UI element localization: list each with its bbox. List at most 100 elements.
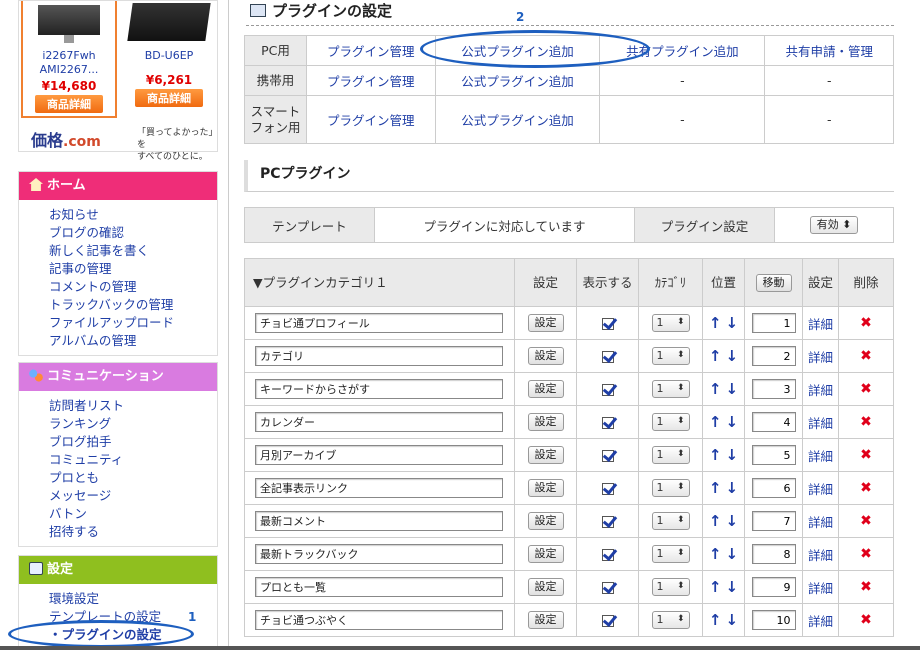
move-up-icon[interactable]: ↑ bbox=[709, 479, 722, 497]
sidebar-link[interactable]: 訪問者リスト bbox=[49, 398, 124, 413]
plugin-name-input[interactable] bbox=[255, 412, 503, 432]
position-input[interactable] bbox=[751, 346, 796, 366]
category-select[interactable]: 1 bbox=[651, 512, 690, 530]
sidebar-item[interactable]: 記事の管理 bbox=[49, 260, 217, 278]
position-input[interactable] bbox=[751, 610, 796, 630]
category-select[interactable]: 1 bbox=[651, 611, 690, 629]
move-down-icon[interactable]: ↓ bbox=[725, 413, 738, 431]
plugin-settings-button[interactable]: 設定 bbox=[527, 413, 564, 431]
plugin-settings-button[interactable]: 設定 bbox=[527, 545, 564, 563]
sidebar-item[interactable]: コミュニティ bbox=[49, 451, 217, 469]
move-up-icon[interactable]: ↑ bbox=[709, 413, 722, 431]
sidebar-item[interactable]: メッセージ bbox=[49, 487, 217, 505]
plugin-settings-button[interactable]: 設定 bbox=[527, 314, 564, 332]
plugin-menu-link[interactable]: プラグイン管理 bbox=[327, 74, 415, 89]
move-down-icon[interactable]: ↓ bbox=[725, 611, 738, 629]
category-select[interactable]: 1 bbox=[651, 347, 690, 365]
display-checkbox[interactable] bbox=[601, 351, 614, 363]
sidebar-link[interactable]: コミュニティ bbox=[49, 452, 123, 467]
category-select[interactable]: 1 bbox=[651, 446, 690, 464]
position-input[interactable] bbox=[751, 544, 796, 564]
sidebar-link[interactable]: メッセージ bbox=[49, 488, 111, 503]
sidebar-item[interactable]: バトン bbox=[49, 505, 217, 523]
display-checkbox[interactable] bbox=[601, 615, 614, 627]
sidebar-link[interactable]: ファイルアップロード bbox=[49, 315, 174, 330]
plugin-settings-button[interactable]: 設定 bbox=[527, 347, 564, 365]
detail-link[interactable]: 詳細 bbox=[808, 416, 833, 431]
move-down-icon[interactable]: ↓ bbox=[725, 380, 738, 398]
sidebar-link[interactable]: アルバムの管理 bbox=[49, 333, 136, 348]
move-down-icon[interactable]: ↓ bbox=[725, 479, 738, 497]
ad-product[interactable]: BD-U6EP ¥6,261 商品詳細 bbox=[121, 1, 217, 118]
position-input[interactable] bbox=[751, 511, 796, 531]
product-name[interactable]: BD-U6EP bbox=[121, 49, 217, 63]
plugin-menu-link[interactable]: プラグイン管理 bbox=[327, 44, 415, 59]
move-down-icon[interactable]: ↓ bbox=[725, 347, 738, 365]
plugin-name-input[interactable] bbox=[255, 610, 503, 630]
move-down-icon[interactable]: ↓ bbox=[725, 446, 738, 464]
detail-link[interactable]: 詳細 bbox=[808, 350, 833, 365]
plugin-settings-button[interactable]: 設定 bbox=[527, 446, 564, 464]
product-detail-button[interactable]: 商品詳細 bbox=[135, 89, 203, 107]
sidebar-link[interactable]: コメントの管理 bbox=[49, 279, 137, 294]
detail-link[interactable]: 詳細 bbox=[808, 482, 833, 497]
sidebar-item[interactable]: プロとも bbox=[49, 469, 217, 487]
sidebar-link[interactable]: プロとも bbox=[49, 470, 99, 485]
category-select[interactable]: 1 bbox=[651, 380, 690, 398]
display-checkbox[interactable] bbox=[601, 516, 614, 528]
sidebar-item[interactable]: トラックバックの管理 bbox=[49, 296, 217, 314]
category-header[interactable]: ▼プラグインカテゴリ１ bbox=[244, 258, 515, 307]
move-up-icon[interactable]: ↑ bbox=[709, 446, 722, 464]
product-detail-button[interactable]: 商品詳細 bbox=[35, 95, 103, 113]
detail-link[interactable]: 詳細 bbox=[808, 317, 833, 332]
sidebar-link[interactable]: トラックバックの管理 bbox=[49, 297, 173, 312]
move-down-icon[interactable]: ↓ bbox=[725, 314, 738, 332]
detail-link[interactable]: 詳細 bbox=[808, 515, 833, 530]
sidebar-home-header[interactable]: ホーム bbox=[19, 172, 217, 200]
move-up-icon[interactable]: ↑ bbox=[709, 347, 722, 365]
sidebar-item[interactable]: お知らせ bbox=[49, 206, 217, 224]
category-select[interactable]: 1 bbox=[651, 413, 690, 431]
plugin-menu-link[interactable]: 公式プラグイン追加 bbox=[461, 74, 574, 89]
display-checkbox[interactable] bbox=[601, 450, 614, 462]
plugin-menu-link[interactable]: 共有申請・管理 bbox=[785, 44, 873, 59]
detail-link[interactable]: 詳細 bbox=[808, 383, 833, 398]
plugin-settings-button[interactable]: 設定 bbox=[527, 611, 564, 629]
move-up-icon[interactable]: ↑ bbox=[709, 545, 722, 563]
move-down-icon[interactable]: ↓ bbox=[725, 578, 738, 596]
sidebar-item[interactable]: 訪問者リスト bbox=[49, 397, 217, 415]
plugin-settings-button[interactable]: 設定 bbox=[527, 380, 564, 398]
display-checkbox[interactable] bbox=[601, 483, 614, 495]
move-down-icon[interactable]: ↓ bbox=[725, 512, 738, 530]
move-button[interactable]: 移動 bbox=[755, 273, 792, 292]
category-select[interactable]: 1 bbox=[651, 545, 690, 563]
plugin-enabled-select[interactable]: 有効 ⬍ bbox=[809, 216, 859, 234]
category-select[interactable]: 1 bbox=[651, 314, 690, 332]
plugin-name-input[interactable] bbox=[255, 346, 503, 366]
display-checkbox[interactable] bbox=[601, 582, 614, 594]
delete-icon[interactable]: ✖ bbox=[860, 480, 872, 496]
sidebar-settings-header[interactable]: 設定 bbox=[19, 556, 217, 584]
sidebar-link[interactable]: バトン bbox=[49, 506, 87, 521]
move-up-icon[interactable]: ↑ bbox=[709, 512, 722, 530]
move-down-icon[interactable]: ↓ bbox=[725, 545, 738, 563]
position-input[interactable] bbox=[751, 577, 796, 597]
delete-icon[interactable]: ✖ bbox=[860, 381, 872, 397]
move-up-icon[interactable]: ↑ bbox=[709, 578, 722, 596]
detail-link[interactable]: 詳細 bbox=[808, 581, 833, 596]
plugin-name-input[interactable] bbox=[255, 544, 503, 564]
display-checkbox[interactable] bbox=[601, 549, 614, 561]
category-select[interactable]: 1 bbox=[651, 479, 690, 497]
plugin-name-input[interactable] bbox=[255, 511, 503, 531]
position-input[interactable] bbox=[751, 379, 796, 399]
plugin-name-input[interactable] bbox=[255, 313, 503, 333]
sidebar-item[interactable]: 招待する bbox=[49, 523, 217, 541]
plugin-name-input[interactable] bbox=[255, 478, 503, 498]
delete-icon[interactable]: ✖ bbox=[860, 348, 872, 364]
plugin-name-input[interactable] bbox=[255, 577, 503, 597]
delete-icon[interactable]: ✖ bbox=[860, 579, 872, 595]
sidebar-link[interactable]: ブログの確認 bbox=[49, 225, 124, 240]
move-up-icon[interactable]: ↑ bbox=[709, 380, 722, 398]
display-checkbox[interactable] bbox=[601, 318, 614, 330]
plugin-settings-button[interactable]: 設定 bbox=[527, 479, 564, 497]
